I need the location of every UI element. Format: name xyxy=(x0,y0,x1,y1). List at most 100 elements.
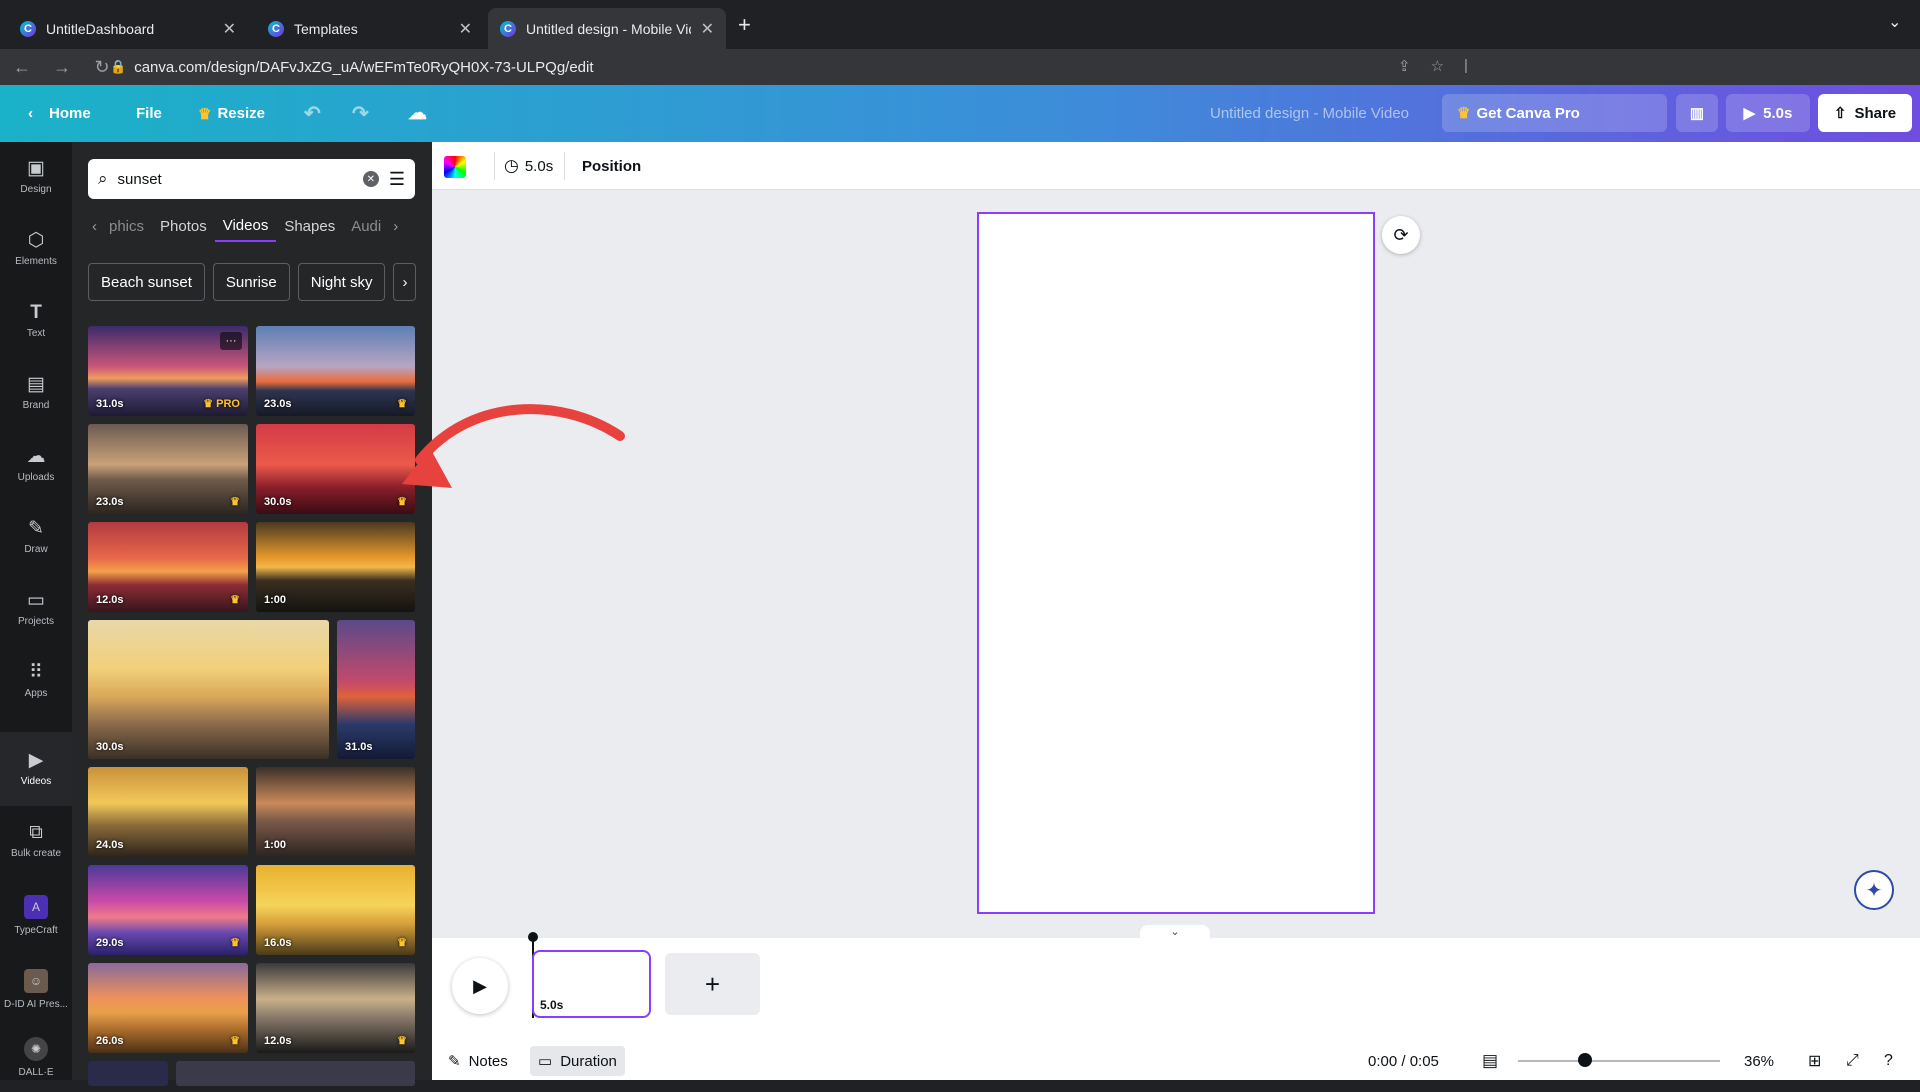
video-duration: 30.0s xyxy=(264,496,292,508)
tabs-scroll-left-icon[interactable]: ‹ xyxy=(88,210,101,242)
video-thumbnail[interactable]: ··· 31.0s ♛ PRO xyxy=(88,326,248,416)
video-thumbnail[interactable]: 12.0s ♛ xyxy=(256,963,415,1053)
play-preview-button[interactable]: ▶ 5.0s xyxy=(1726,94,1810,132)
document-title[interactable]: Untitled design - Mobile Video xyxy=(1210,85,1409,142)
crown-icon: ♛ xyxy=(230,496,240,508)
rail-item-bulk-create[interactable]: ⧉ Bulk create xyxy=(0,806,72,876)
browser-tab-active[interactable]: C Untitled design - Mobile Video ✕ xyxy=(488,8,726,49)
plus-icon: + xyxy=(704,968,721,999)
notes-icon: ✎ xyxy=(448,1053,461,1070)
bookmark-star-icon[interactable]: ☆ xyxy=(1431,57,1444,75)
rail-item-videos[interactable]: ▶ Videos xyxy=(0,732,72,806)
tab-graphics[interactable]: phics xyxy=(101,210,152,242)
expand-timeline-icon[interactable]: ⌄ xyxy=(1140,925,1210,939)
rail-item-brand[interactable]: ▤ Brand xyxy=(0,358,72,428)
back-icon[interactable]: ← xyxy=(8,57,36,78)
upload-icon: ⇧ xyxy=(1833,105,1847,122)
video-thumbnail[interactable]: 1:00 xyxy=(256,767,415,857)
design-page[interactable] xyxy=(977,212,1375,914)
video-thumbnail[interactable]: 24.0s xyxy=(88,767,248,857)
rail-item-design[interactable]: ▣ Design xyxy=(0,142,72,212)
video-thumbnail[interactable] xyxy=(176,1061,415,1086)
chip-beach-sunset[interactable]: Beach sunset xyxy=(88,263,205,301)
close-tab-icon[interactable]: ✕ xyxy=(701,19,714,39)
forward-icon[interactable]: → xyxy=(48,57,76,78)
rail-item-text[interactable]: T Text xyxy=(0,286,72,356)
position-button[interactable]: Position xyxy=(582,142,641,190)
clock-icon: ◷ xyxy=(504,156,519,175)
more-options-icon[interactable]: ··· xyxy=(220,332,242,350)
video-thumbnail[interactable]: 26.0s ♛ xyxy=(88,963,248,1053)
elements-icon: ⬡ xyxy=(27,230,45,251)
tab-shapes[interactable]: Shapes xyxy=(276,210,343,242)
browser-tab[interactable]: C Templates ✕ xyxy=(256,8,484,49)
rail-item-dalle[interactable]: ✺ DALL·E xyxy=(0,1022,72,1092)
video-thumbnail[interactable]: 30.0s xyxy=(88,620,329,759)
grid-view-icon[interactable]: ⊞ xyxy=(1808,1051,1821,1071)
video-thumbnail[interactable]: 23.0s ♛ xyxy=(88,424,248,514)
video-thumbnail[interactable]: 30.0s ♛ xyxy=(256,424,415,514)
rail-item-apps[interactable]: ⠿ Apps xyxy=(0,646,72,716)
rail-item-typecraft[interactable]: A TypeCraft xyxy=(0,880,72,950)
close-tab-icon[interactable]: ✕ xyxy=(459,19,472,39)
timeline-clip[interactable]: 5.0s xyxy=(532,950,651,1018)
videos-panel: ⌕ sunset ✕ ☰ ‹ phics Photos Videos Shape… xyxy=(72,142,432,1086)
zoom-level[interactable]: 36% xyxy=(1744,1053,1774,1070)
notes-button[interactable]: ✎ Notes xyxy=(448,1052,508,1071)
tab-audio[interactable]: Audi xyxy=(343,210,389,242)
get-canva-pro-button[interactable]: ♛ Get Canva Pro xyxy=(1442,94,1667,132)
cloud-save-icon[interactable]: ☁ xyxy=(408,85,427,142)
file-menu-button[interactable]: File xyxy=(136,85,162,142)
timeline-play-button[interactable]: ▶ xyxy=(452,958,508,1014)
pro-badge: ♛ PRO xyxy=(203,398,240,410)
help-icon[interactable]: ? xyxy=(1884,1052,1893,1070)
share-page-icon[interactable]: ⇪ xyxy=(1398,57,1411,75)
tab-videos[interactable]: Videos xyxy=(214,210,277,242)
video-duration: 12.0s xyxy=(264,1035,292,1047)
regenerate-icon[interactable]: ⟳ xyxy=(1382,216,1420,254)
rail-item-projects[interactable]: ▭ Projects xyxy=(0,574,72,644)
fullscreen-icon[interactable]: ⤢ xyxy=(1846,1052,1859,1070)
chip-sunrise[interactable]: Sunrise xyxy=(212,263,290,301)
browser-tab[interactable]: C UntitleDashboard ✕ xyxy=(8,8,248,49)
rail-item-uploads[interactable]: ☁ Uploads xyxy=(0,430,72,500)
duration-toggle-button[interactable]: ▭ Duration xyxy=(530,1046,625,1076)
redo-icon[interactable]: ↷ xyxy=(352,85,369,142)
video-thumbnail[interactable]: 31.0s xyxy=(337,620,415,759)
video-thumbnail[interactable]: 1:00 xyxy=(256,522,415,612)
zoom-slider-track[interactable] xyxy=(1518,1060,1720,1062)
video-thumbnail[interactable]: 29.0s ♛ xyxy=(88,865,248,955)
undo-icon[interactable]: ↶ xyxy=(304,85,321,142)
add-page-button[interactable]: + xyxy=(665,953,760,1015)
chip-night-sky[interactable]: Night sky xyxy=(297,263,386,301)
crown-icon: ♛ xyxy=(230,937,240,949)
tab-search-chevron-icon[interactable]: ⌄ xyxy=(1888,12,1901,32)
search-input[interactable]: ⌕ sunset ✕ ☰ xyxy=(88,159,415,199)
url-field[interactable]: 🔒 canva.com/design/DAFvJxZG_uA/wEFmTe0Ry… xyxy=(110,52,1480,82)
background-color-swatch[interactable] xyxy=(444,156,466,178)
video-thumbnail[interactable] xyxy=(88,1061,168,1086)
tabs-scroll-right-icon[interactable]: › xyxy=(389,210,402,242)
clear-search-icon[interactable]: ✕ xyxy=(362,171,379,187)
rail-item-elements[interactable]: ⬡ Elements xyxy=(0,214,72,284)
home-button[interactable]: ‹ Home xyxy=(28,85,91,142)
new-tab-icon[interactable]: + xyxy=(738,12,751,38)
filter-sliders-icon[interactable]: ☰ xyxy=(389,169,405,190)
rail-item-did[interactable]: ☺ D-ID AI Pres... xyxy=(0,954,72,1024)
video-thumbnail[interactable]: 16.0s ♛ xyxy=(256,865,415,955)
page-view-icon[interactable]: ▤ xyxy=(1482,1051,1498,1071)
magic-sparkle-icon[interactable]: ✦ xyxy=(1854,870,1894,910)
video-duration: 31.0s xyxy=(96,398,124,410)
canva-header: ‹ Home File ♛ Resize ↶ ↷ ☁ Untitled desi… xyxy=(0,85,1920,142)
video-thumbnail[interactable]: 12.0s ♛ xyxy=(88,522,248,612)
zoom-slider-knob[interactable] xyxy=(1578,1053,1592,1067)
video-thumbnail[interactable]: 23.0s ♛ xyxy=(256,326,415,416)
duration-button[interactable]: ◷ 5.0s xyxy=(494,142,553,190)
rail-item-draw[interactable]: ✎ Draw xyxy=(0,502,72,572)
chips-next-icon[interactable]: › xyxy=(393,263,417,301)
insights-button[interactable]: ▥ xyxy=(1676,94,1718,132)
tab-photos[interactable]: Photos xyxy=(152,210,215,242)
resize-button[interactable]: ♛ Resize xyxy=(198,85,265,142)
close-tab-icon[interactable]: ✕ xyxy=(223,19,236,39)
share-button[interactable]: ⇧ Share xyxy=(1818,94,1912,132)
